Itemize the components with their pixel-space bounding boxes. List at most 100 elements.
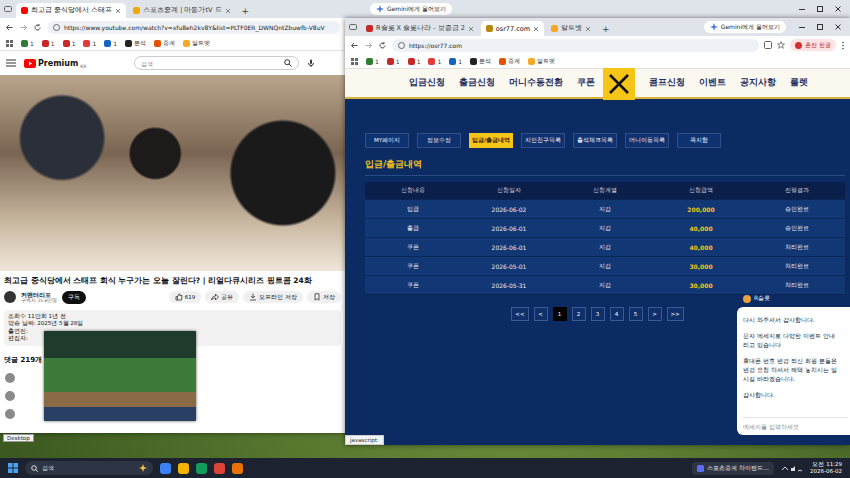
video-action-button[interactable]: 오프라인 저장 <box>243 291 303 303</box>
bookmark[interactable]: 1 <box>21 40 34 47</box>
page-button[interactable]: 3 <box>591 307 605 321</box>
tab-close-icon[interactable] <box>225 8 231 14</box>
new-tab-button[interactable]: + <box>238 6 254 16</box>
browser-tab[interactable]: 알트벳 <box>546 21 596 36</box>
maximize-icon[interactable] <box>816 23 824 31</box>
address-bar[interactable]: https://www.youtube.com/watch?v=xfu8eh2k… <box>47 21 340 34</box>
nav-item[interactable]: 공지사항 <box>740 77 776 89</box>
taskbar-app-icon[interactable] <box>214 463 225 474</box>
new-tab-button[interactable]: + <box>598 24 614 34</box>
browser-tab[interactable]: osr77.com <box>481 21 544 36</box>
bookmark[interactable]: 1 <box>104 40 117 47</box>
menu-icon[interactable] <box>6 59 16 67</box>
minimize-icon[interactable] <box>798 23 806 31</box>
page-button[interactable]: 5 <box>629 307 643 321</box>
tab-overview-icon[interactable] <box>4 5 12 13</box>
bookmark[interactable]: 1 <box>428 58 441 65</box>
close-popup-icon[interactable] <box>603 68 635 100</box>
minimize-icon[interactable] <box>798 5 806 13</box>
page-button[interactable]: 2 <box>572 307 586 321</box>
gemini-button[interactable]: Gemini에게 물어보기 <box>704 21 786 33</box>
page-button[interactable]: > <box>648 307 662 321</box>
minimize-icon[interactable] <box>798 23 806 31</box>
clock[interactable]: 오전 11:292026-06-02 <box>810 461 842 475</box>
mic-icon[interactable] <box>307 59 315 67</box>
search-icon[interactable] <box>284 59 292 67</box>
video-action-button[interactable]: 저장 <box>307 291 341 303</box>
mypage-tab[interactable]: 정보수정 <box>417 133 461 148</box>
forward-icon[interactable] <box>364 41 373 50</box>
menu-icon[interactable] <box>6 59 16 67</box>
close-window-icon[interactable] <box>834 23 842 31</box>
apps-grid-icon[interactable] <box>351 58 358 65</box>
bookmark[interactable]: 알트벳 <box>528 57 555 66</box>
taskbar-notification[interactable]: 스포츠중계 하이랜드... <box>692 462 774 475</box>
tab-close-icon[interactable] <box>533 26 539 32</box>
close-popup-icon[interactable] <box>603 68 635 100</box>
bookmark[interactable]: 분석 <box>125 39 146 48</box>
taskbar-app-icon[interactable] <box>232 463 243 474</box>
taskbar-app-icon[interactable] <box>178 463 189 474</box>
start-icon[interactable] <box>8 463 18 473</box>
tab-close-icon[interactable] <box>533 26 539 32</box>
tab-close-icon[interactable] <box>585 26 591 32</box>
video-player[interactable] <box>0 75 345 271</box>
search-icon[interactable] <box>284 59 292 67</box>
picture-in-picture-video[interactable] <box>44 331 196 421</box>
tray-icons[interactable] <box>781 464 803 472</box>
taskbar-search[interactable]: 검색 <box>25 461 153 475</box>
forward-icon[interactable] <box>364 41 373 50</box>
back-icon[interactable] <box>350 41 359 50</box>
taskbar-app-icon[interactable] <box>196 463 207 474</box>
video-action-button[interactable]: 619 <box>169 291 202 303</box>
chat-input[interactable] <box>743 417 848 435</box>
bookmark-star-icon[interactable] <box>777 41 785 49</box>
nav-item[interactable]: 입금신청 <box>409 77 445 89</box>
nav-item[interactable]: 출금신청 <box>459 77 495 89</box>
taskbar-app-icon[interactable] <box>160 463 171 474</box>
apps-grid-icon[interactable] <box>6 40 13 47</box>
tab-close-icon[interactable] <box>468 26 474 32</box>
subscribe-button[interactable]: 구독 <box>62 291 86 304</box>
mypage-tab[interactable]: 입금/출금내역 <box>469 133 513 148</box>
reload-icon[interactable] <box>378 41 387 50</box>
video-action-button[interactable]: 공유 <box>205 291 239 303</box>
more-menu-icon[interactable] <box>841 41 845 50</box>
mypage-tab[interactable]: 머니이동목록 <box>625 133 669 148</box>
maximize-icon[interactable] <box>816 23 824 31</box>
bookmark-star-icon[interactable] <box>777 41 785 49</box>
start-icon[interactable] <box>8 463 18 473</box>
browser-tab[interactable]: 스포츠중계 | 마동가tV 드 <box>128 3 235 18</box>
mypage-tab[interactable]: 지인친구목록 <box>521 133 565 148</box>
tab-close-icon[interactable] <box>115 8 121 14</box>
mypage-tab[interactable]: 출석체크목록 <box>573 133 617 148</box>
page-button[interactable]: >> <box>667 307 684 321</box>
channel-name[interactable]: 커멘터리포 <box>21 291 57 299</box>
nav-item[interactable]: 쿠폰 <box>577 77 595 89</box>
nav-item[interactable]: 콤프신청 <box>649 77 685 89</box>
translate-icon[interactable] <box>764 41 772 49</box>
gemini-button[interactable]: Gemini에게 물어보기 <box>370 3 452 15</box>
page-button[interactable]: < <box>534 307 548 321</box>
tab-close-icon[interactable] <box>225 8 231 14</box>
mypage-tab[interactable]: MY페이지 <box>365 133 409 148</box>
apps-grid-icon[interactable] <box>351 58 358 65</box>
bookmark[interactable]: 중계 <box>499 57 520 66</box>
mypage-tab[interactable]: 쪽지함 <box>677 133 721 148</box>
tray-icons[interactable] <box>781 464 803 472</box>
tab-close-icon[interactable] <box>115 8 121 14</box>
bookmark[interactable]: 1 <box>366 58 379 65</box>
reload-icon[interactable] <box>33 23 42 32</box>
tab-overview-icon[interactable] <box>349 23 357 31</box>
close-window-icon[interactable] <box>834 5 842 13</box>
page-button[interactable]: 1 <box>553 307 567 321</box>
reload-icon[interactable] <box>33 23 42 32</box>
mic-icon[interactable] <box>307 59 315 67</box>
close-window-icon[interactable] <box>834 5 842 13</box>
browser-tab[interactable]: 최고급 중식당에서 스태프 <box>16 3 126 18</box>
tab-overview-icon[interactable] <box>349 23 357 31</box>
maximize-icon[interactable] <box>816 5 824 13</box>
close-window-icon[interactable] <box>834 23 842 31</box>
back-icon[interactable] <box>5 23 14 32</box>
nav-item[interactable]: 이벤트 <box>699 77 726 89</box>
